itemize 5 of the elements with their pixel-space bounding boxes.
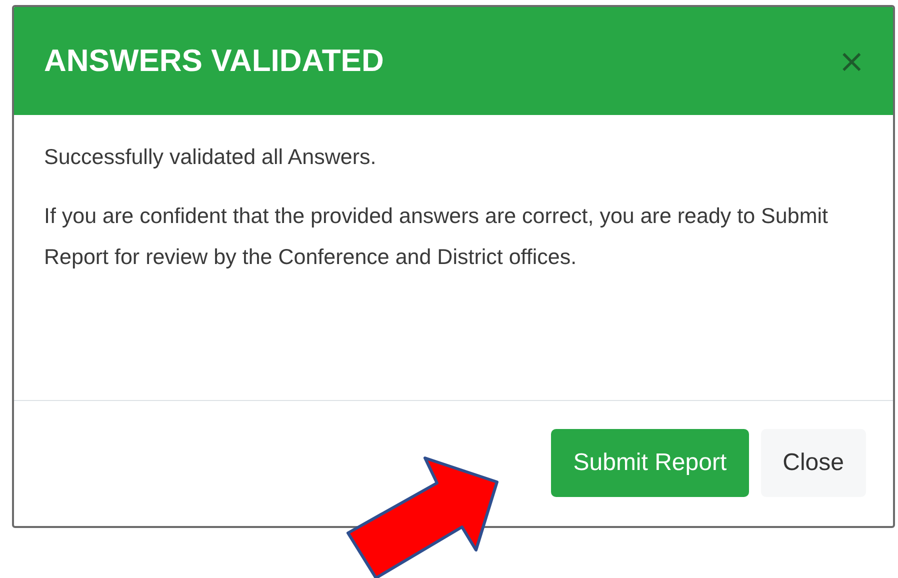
dialog-title: ANSWERS VALIDATED bbox=[44, 43, 384, 79]
close-button[interactable]: Close bbox=[760, 429, 866, 497]
submit-button[interactable]: Submit Report bbox=[551, 429, 749, 497]
message-text: Successfully validated all Answers. bbox=[44, 144, 378, 171]
message-text: If you are confident that the provided answers are correct, you are ready to Submit Report for review by the Conference and District offices. bbox=[44, 203, 829, 271]
